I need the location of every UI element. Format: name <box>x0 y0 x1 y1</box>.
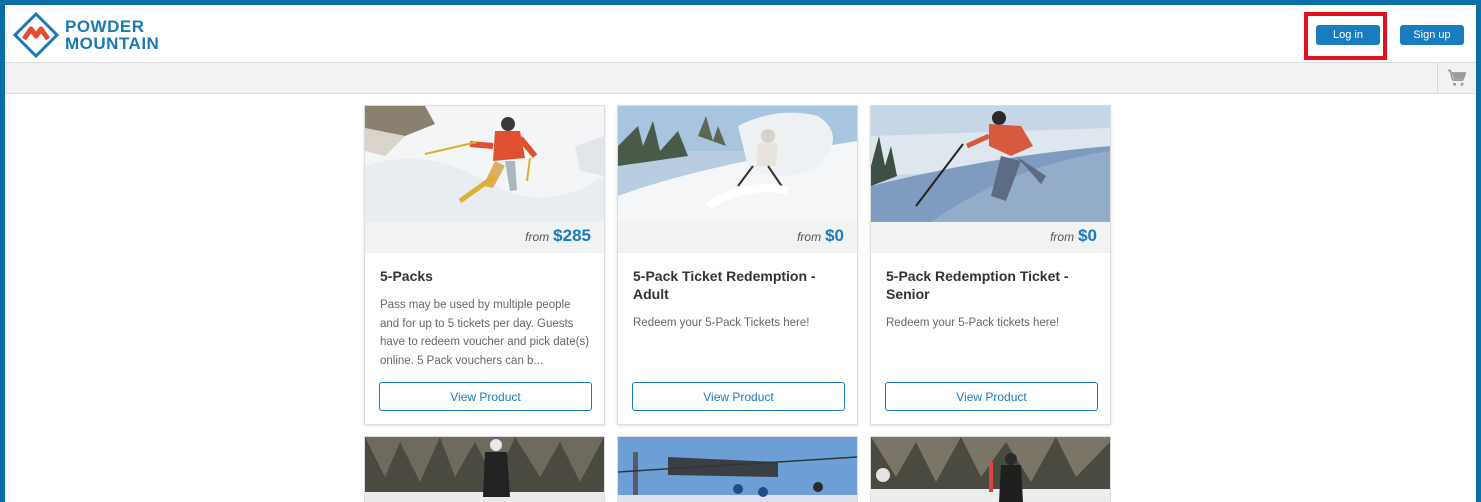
price-bar: from $0 <box>871 222 1110 253</box>
product-title[interactable]: 5-Packs <box>380 267 590 285</box>
product-image[interactable] <box>365 106 604 222</box>
skier-photo <box>618 106 857 222</box>
cart-button[interactable] <box>1437 63 1476 93</box>
signup-button[interactable]: Sign up <box>1400 25 1464 45</box>
product-description: Redeem your 5-Pack Tickets here! <box>633 317 810 329</box>
logo-line-1: POWDER <box>65 17 145 36</box>
view-product-button[interactable]: View Product <box>632 382 845 411</box>
product-image[interactable] <box>871 106 1110 222</box>
product-title[interactable]: 5-Pack Ticket Redemption - Adult <box>633 267 843 303</box>
logo-text: POWDER MOUNTAIN <box>65 18 159 52</box>
product-description: Pass may be used by multiple people and … <box>380 299 590 367</box>
price-bar: from $0 <box>618 222 857 253</box>
skier-photo <box>871 106 1110 222</box>
product-card[interactable] <box>870 436 1111 502</box>
product-card[interactable]: from $0 5-Pack Ticket Redemption - Adult … <box>617 105 858 425</box>
shopping-cart-icon <box>1447 69 1467 86</box>
product-price: from $0 <box>797 226 844 246</box>
product-price: from $285 <box>525 226 591 246</box>
product-price: from $0 <box>1050 226 1097 246</box>
product-card[interactable]: from $0 5-Pack Redemption Ticket - Senior… <box>870 105 1111 425</box>
product-title[interactable]: 5-Pack Redemption Ticket - Senior <box>886 267 1096 303</box>
price-prefix: from <box>1050 230 1075 244</box>
price-bar: from $285 <box>365 222 604 253</box>
product-card[interactable]: from $285 5-Packs Pass may be used by mul… <box>364 105 605 425</box>
product-card[interactable] <box>364 436 605 502</box>
site-header: POWDER MOUNTAIN Log in Sign up <box>5 5 1476 62</box>
view-product-button[interactable]: View Product <box>379 382 592 411</box>
view-product-button[interactable]: View Product <box>885 382 1098 411</box>
site-logo[interactable]: POWDER MOUNTAIN <box>13 12 183 58</box>
logo-line-2: MOUNTAIN <box>65 34 160 53</box>
price-value: $0 <box>825 226 844 245</box>
price-value: $285 <box>553 226 591 245</box>
product-image[interactable] <box>618 106 857 222</box>
product-image[interactable] <box>618 437 857 502</box>
page-frame: POWDER MOUNTAIN Log in Sign up from $285… <box>5 5 1476 502</box>
mountain-logo-icon <box>13 12 59 58</box>
price-prefix: from <box>525 230 550 244</box>
sub-navigation-bar <box>5 62 1476 94</box>
login-button[interactable]: Log in <box>1316 25 1380 45</box>
product-image[interactable] <box>871 437 1110 502</box>
product-card[interactable] <box>617 436 858 502</box>
price-prefix: from <box>797 230 822 244</box>
price-value: $0 <box>1078 226 1097 245</box>
product-description: Redeem your 5-Pack tickets here! <box>886 317 1060 329</box>
product-image[interactable] <box>365 437 604 502</box>
skier-photo <box>365 106 604 222</box>
